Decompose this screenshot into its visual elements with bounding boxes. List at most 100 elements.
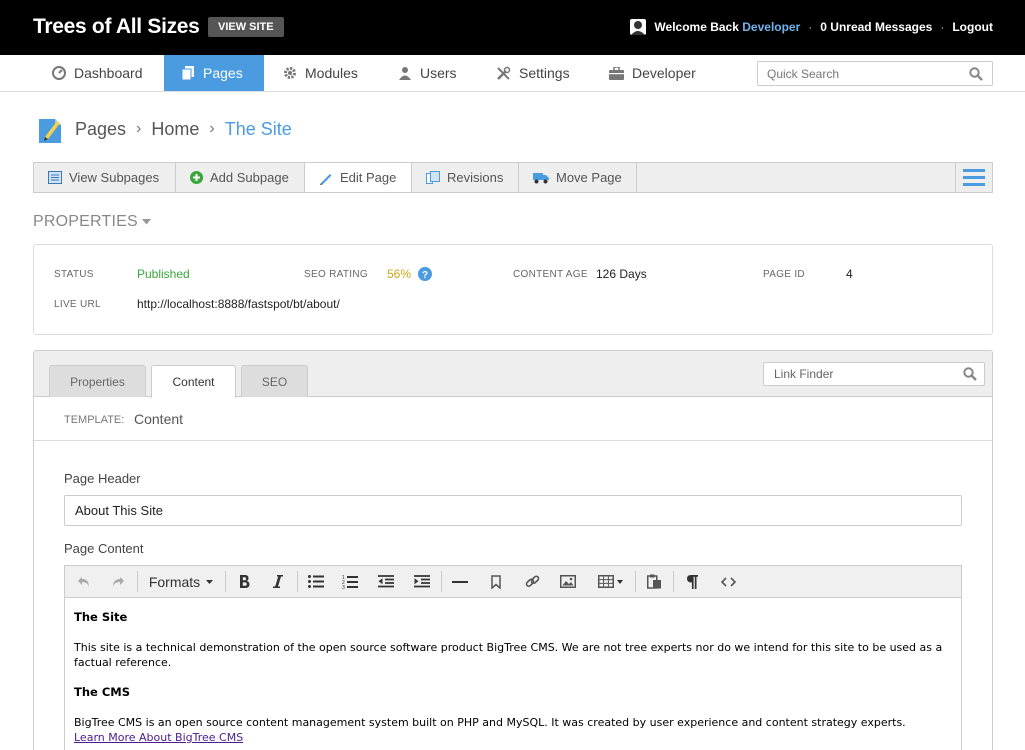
tab-properties[interactable]: Properties	[49, 365, 146, 397]
redo-button[interactable]	[105, 566, 131, 597]
link-icon	[525, 575, 539, 588]
content-paragraph: This site is a technical demonstration o…	[74, 641, 943, 669]
bookmark-button[interactable]	[483, 566, 509, 597]
hamburger-icon	[963, 169, 985, 186]
search-icon[interactable]	[963, 367, 977, 381]
formats-label: Formats	[148, 573, 201, 590]
nav-label: Dashboard	[74, 65, 143, 81]
editor-toolbar: Formats 123	[65, 566, 961, 598]
nav-label: Pages	[203, 65, 243, 81]
nav-label: Settings	[519, 65, 570, 81]
top-bar: Trees of All Sizes VIEW SITE Welcome Bac…	[0, 0, 1025, 55]
page-id-label: PAGE ID	[763, 269, 805, 280]
separator: ·	[940, 20, 945, 34]
bullet-list-icon	[308, 575, 324, 588]
learn-more-link[interactable]: Learn More About BigTree CMS	[74, 731, 243, 744]
table-icon	[597, 575, 614, 588]
nav-users[interactable]: Users	[398, 55, 478, 91]
nav-modules[interactable]: Modules	[283, 55, 373, 91]
rich-text-editor: Formats 123 The Site This site is a tech…	[64, 565, 962, 750]
page-header-input[interactable]	[65, 496, 961, 525]
unread-messages-link[interactable]: 0 Unread Messages	[820, 20, 932, 34]
breadcrumb-home[interactable]: Home	[151, 119, 199, 140]
template-label: TEMPLATE:	[64, 414, 125, 426]
truck-icon	[533, 172, 549, 183]
numbered-list-icon: 123	[342, 575, 358, 589]
show-blocks-button[interactable]	[679, 566, 705, 597]
content-age-label: CONTENT AGE	[513, 269, 588, 280]
formats-dropdown[interactable]: Formats	[143, 566, 219, 597]
welcome-text: Welcome Back Developer	[654, 20, 800, 34]
editor-content[interactable]: The Site This site is a technical demons…	[74, 610, 954, 745]
svg-text:?: ?	[422, 270, 428, 281]
nav-developer[interactable]: Developer	[609, 55, 709, 91]
image-button[interactable]	[555, 566, 581, 597]
live-url-label: LIVE URL	[54, 299, 101, 310]
caret-down-icon	[141, 219, 151, 225]
toolbar-separator	[673, 571, 674, 592]
toolbar-separator	[635, 571, 636, 592]
site-title[interactable]: Trees of All Sizes	[33, 15, 200, 39]
outdent-icon	[378, 575, 394, 588]
revisions-icon	[426, 171, 440, 184]
subnav-label: Revisions	[447, 170, 504, 185]
bold-button[interactable]	[231, 566, 257, 597]
nav-pages[interactable]: Pages	[164, 55, 264, 91]
subnav-label: Edit Page	[340, 170, 397, 185]
nav-dashboard[interactable]: Dashboard	[52, 55, 152, 91]
outdent-button[interactable]	[373, 566, 399, 597]
main-nav: Dashboard Pages Modules Users Settings D…	[0, 55, 1025, 92]
nav-label: Modules	[305, 65, 358, 81]
properties-toggle[interactable]: PROPERTIES	[33, 213, 151, 231]
numbered-list-button[interactable]: 123	[337, 566, 363, 597]
edit-page-button[interactable]: Edit Page	[305, 163, 412, 192]
user-icon	[399, 67, 411, 80]
link-button[interactable]	[519, 566, 545, 597]
user-name[interactable]: Developer	[742, 20, 800, 34]
seo-rating-value: 56%	[387, 267, 412, 281]
svg-text:3: 3	[342, 585, 345, 589]
properties-heading: PROPERTIES	[33, 213, 138, 230]
table-button[interactable]	[591, 566, 629, 597]
view-subpages-button[interactable]: View Subpages	[34, 163, 176, 192]
toolbar-separator	[441, 571, 442, 592]
italic-button[interactable]	[265, 566, 291, 597]
undo-icon	[78, 576, 89, 587]
pages-icon	[182, 66, 194, 80]
horizontal-rule-button[interactable]	[447, 566, 473, 597]
subnav-label: View Subpages	[69, 170, 160, 185]
add-subpage-button[interactable]: Add Subpage	[176, 163, 305, 192]
subnav-label: Add Subpage	[210, 170, 289, 185]
bullet-list-button[interactable]	[303, 566, 329, 597]
pilcrow-icon	[686, 574, 698, 589]
breadcrumb-pages[interactable]: Pages	[75, 119, 126, 140]
move-page-button[interactable]: Move Page	[519, 163, 637, 192]
revisions-button[interactable]: Revisions	[412, 163, 519, 192]
status-value: Published	[137, 267, 190, 281]
tools-icon	[497, 66, 511, 80]
help-icon[interactable]: ?	[418, 267, 432, 281]
separator: ·	[808, 20, 813, 34]
tab-seo[interactable]: SEO	[241, 365, 308, 397]
menu-button[interactable]	[955, 163, 992, 192]
paste-button[interactable]	[641, 566, 667, 597]
logout-link[interactable]: Logout	[952, 20, 993, 34]
breadcrumb: Pages › Home › The Site	[39, 115, 292, 143]
subnav-label: Move Page	[556, 170, 622, 185]
indent-button[interactable]	[409, 566, 435, 597]
source-code-button[interactable]	[715, 566, 741, 597]
live-url-value[interactable]: http://localhost:8888/fastspot/bt/about/	[137, 297, 340, 311]
image-icon	[560, 575, 576, 588]
seo-rating-label: SEO RATING	[304, 269, 368, 280]
horizontal-rule-icon	[452, 580, 468, 583]
nav-settings[interactable]: Settings	[496, 55, 586, 91]
undo-button[interactable]	[71, 566, 97, 597]
page-header-field	[64, 495, 962, 526]
quick-search-input[interactable]	[758, 62, 958, 85]
link-finder-input[interactable]	[764, 363, 954, 385]
tab-content[interactable]: Content	[151, 365, 236, 398]
search-icon[interactable]	[969, 67, 983, 81]
view-site-button[interactable]: VIEW SITE	[208, 17, 284, 37]
page-actions-bar: View Subpages Add Subpage Edit Page Revi…	[33, 162, 993, 193]
dashboard-icon	[52, 66, 66, 80]
